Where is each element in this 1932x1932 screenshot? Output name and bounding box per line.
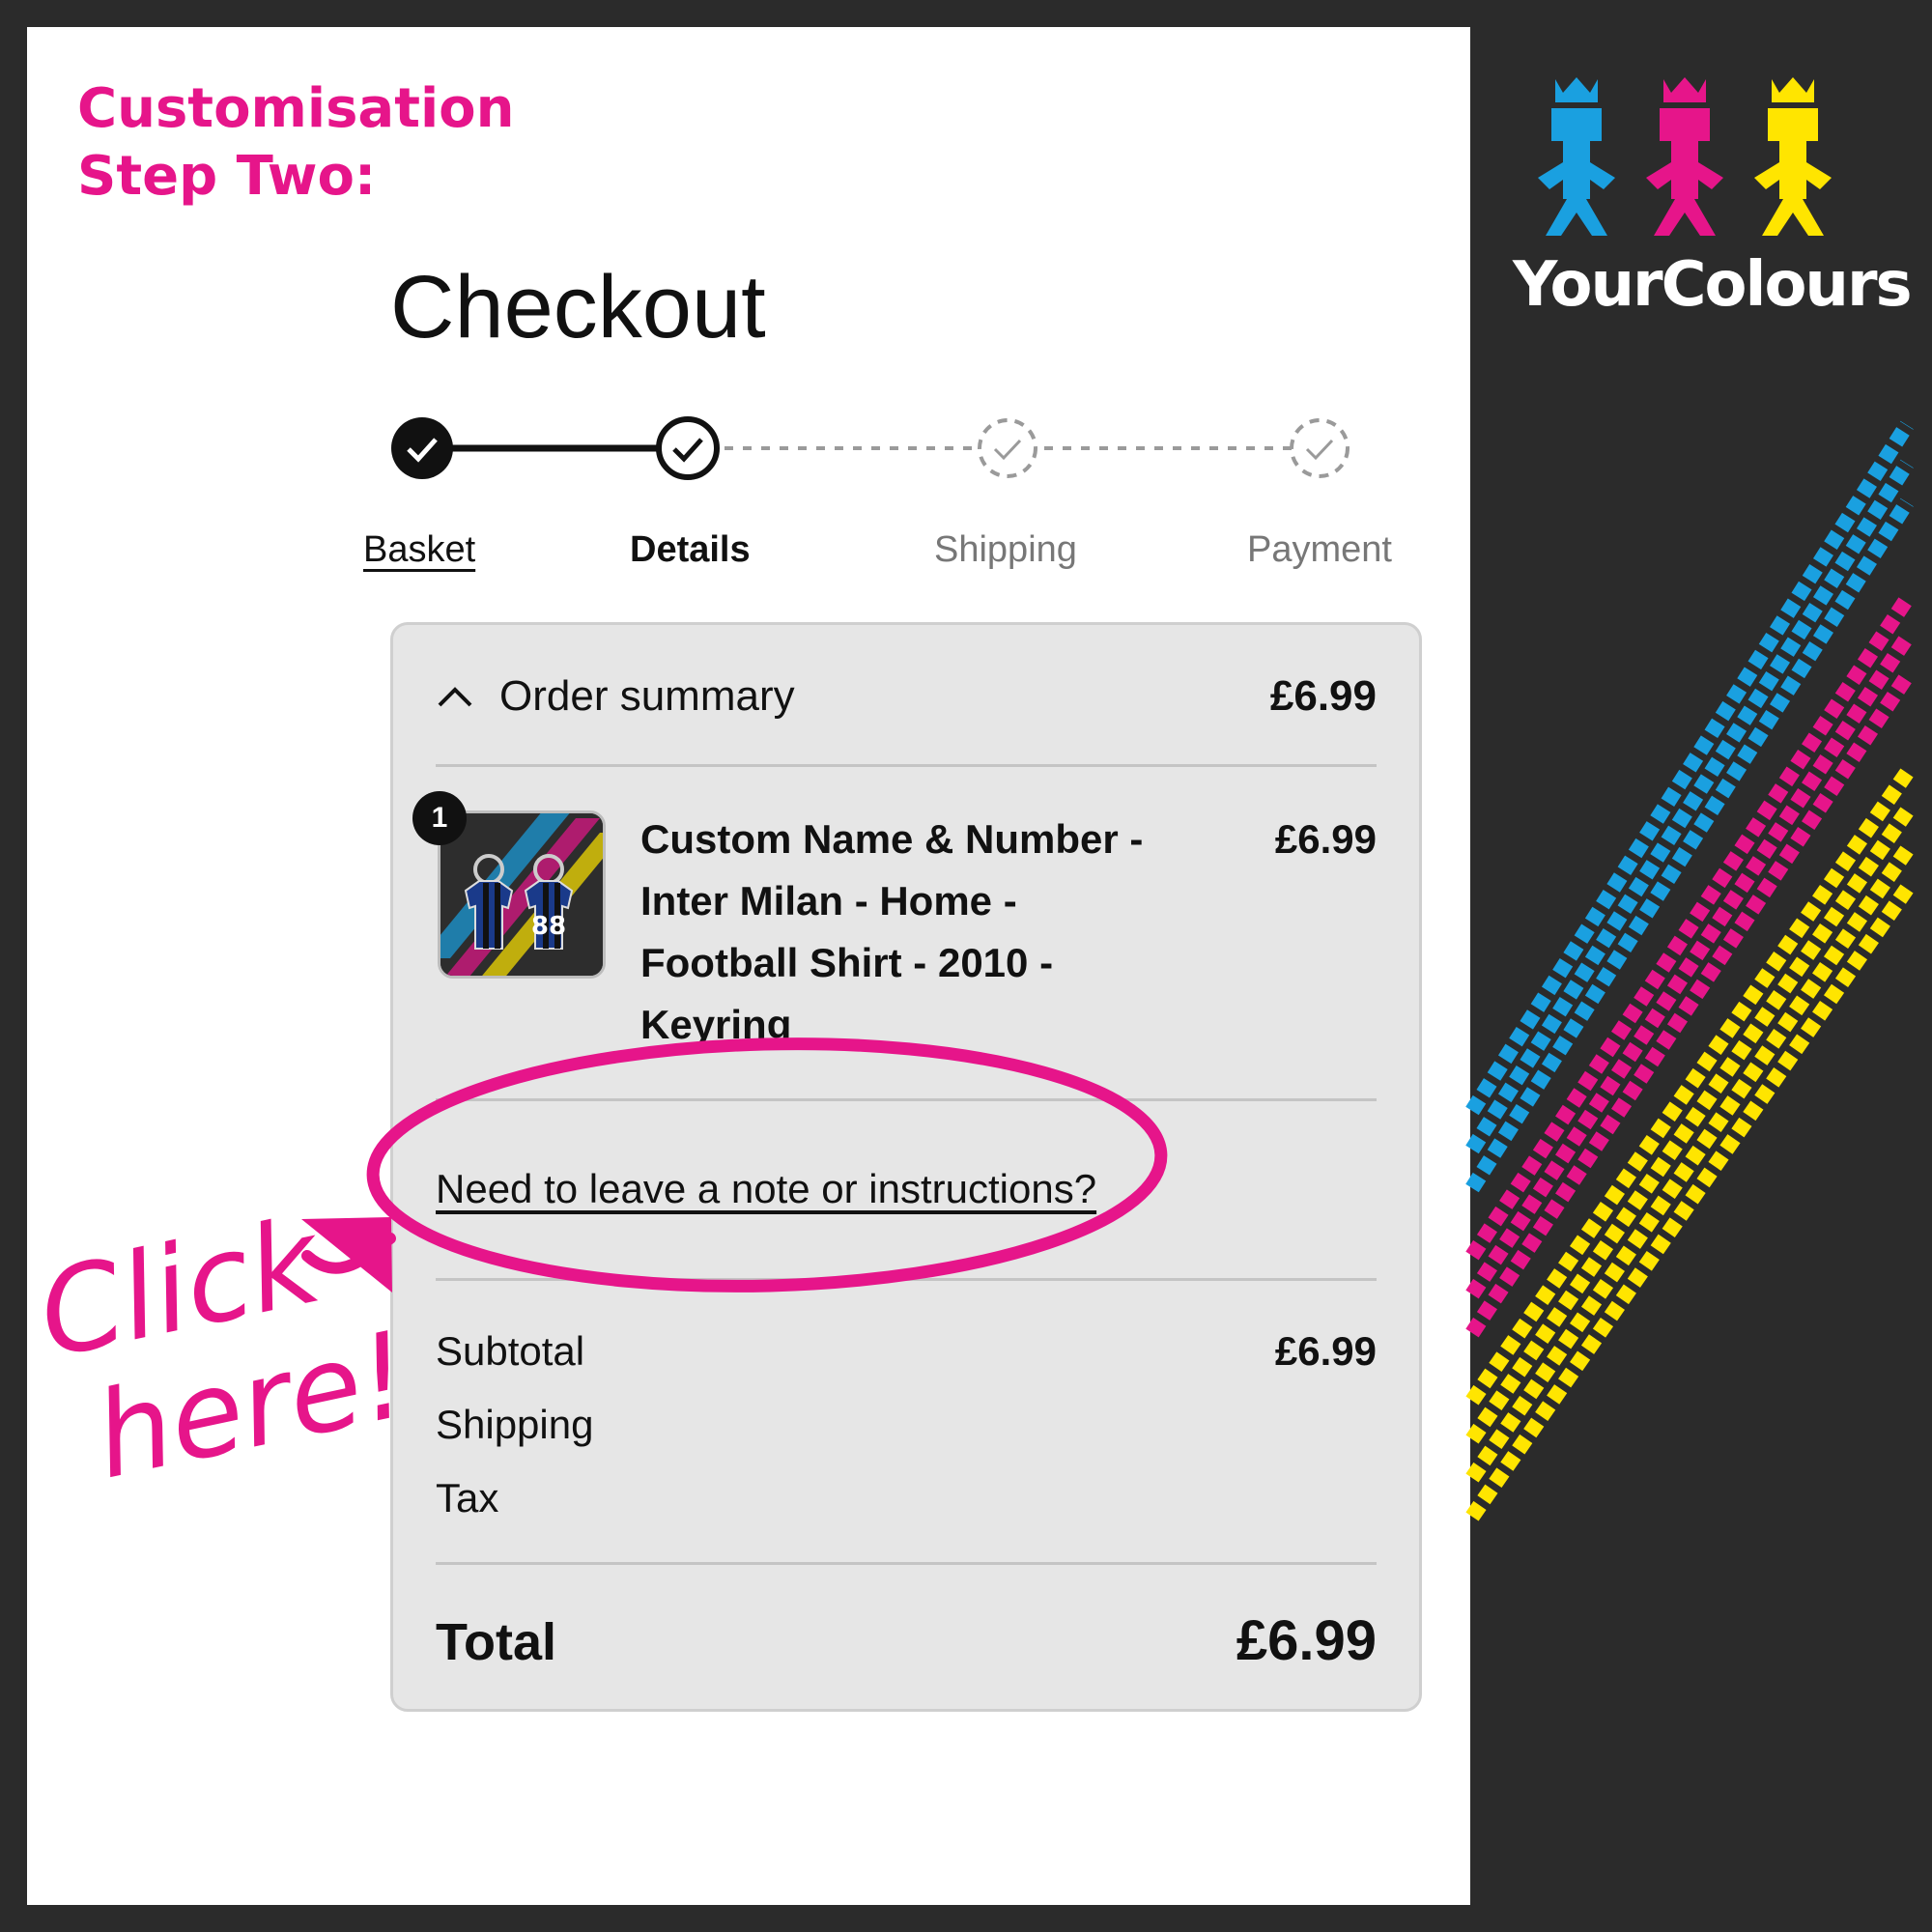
divider bbox=[436, 1562, 1377, 1565]
step-heading-line2: Step Two: bbox=[77, 145, 377, 208]
order-summary-header: Order summary £6.99 bbox=[436, 668, 1377, 725]
chevron-up-icon bbox=[438, 687, 472, 707]
divider bbox=[436, 1098, 1377, 1101]
order-summary-label: Order summary bbox=[499, 672, 795, 720]
brand-logo-text: YourColours bbox=[1513, 249, 1913, 321]
keyring-image: 88 bbox=[440, 813, 603, 976]
step-shipping-icon bbox=[978, 418, 1037, 478]
total-label: Total bbox=[436, 1613, 556, 1671]
keyring-number: 88 bbox=[531, 912, 566, 941]
subtotal-label: Subtotal bbox=[436, 1328, 585, 1374]
step-payment-label: Payment bbox=[1247, 529, 1392, 570]
logo-figure-pink bbox=[1646, 77, 1723, 236]
divider bbox=[436, 1278, 1377, 1281]
total-value: £6.99 bbox=[1236, 1609, 1377, 1672]
decorative-stripes bbox=[1465, 420, 1914, 1521]
product-thumbnail: 88 bbox=[438, 810, 606, 979]
order-summary-price: £6.99 bbox=[1269, 672, 1377, 720]
logo-figure-blue bbox=[1538, 77, 1615, 236]
step-heading: Customisation Step Two: bbox=[77, 75, 515, 211]
step-details-icon bbox=[656, 416, 720, 480]
tax-label: Tax bbox=[436, 1475, 499, 1520]
product-title: Custom Name & Number - Inter Milan - Hom… bbox=[640, 816, 1144, 1047]
product-price: £6.99 bbox=[1274, 816, 1377, 862]
step-details-label: Details bbox=[630, 529, 751, 570]
order-summary-toggle[interactable]: Order summary bbox=[436, 668, 795, 725]
content-panel: Customisation Step Two: Checkout Basket … bbox=[27, 27, 1470, 1905]
shipping-label: Shipping bbox=[436, 1402, 594, 1447]
order-summary: Order summary £6.99 1 88 Custom Name & N… bbox=[390, 622, 1422, 1712]
step-basket-link[interactable]: Basket bbox=[363, 529, 475, 571]
page-title: Checkout bbox=[390, 258, 766, 356]
leave-note-link[interactable]: Need to leave a note or instructions? bbox=[436, 1166, 1096, 1212]
logo-figure-yellow bbox=[1754, 77, 1832, 236]
step-payment-icon bbox=[1290, 418, 1350, 478]
divider bbox=[436, 764, 1377, 767]
subtotal-value: £6.99 bbox=[1274, 1328, 1377, 1374]
step-shipping-label: Shipping bbox=[934, 529, 1077, 570]
step-heading-line1: Customisation bbox=[77, 77, 515, 140]
quantity-badge: 1 bbox=[412, 791, 467, 845]
step-basket-icon bbox=[391, 417, 453, 479]
